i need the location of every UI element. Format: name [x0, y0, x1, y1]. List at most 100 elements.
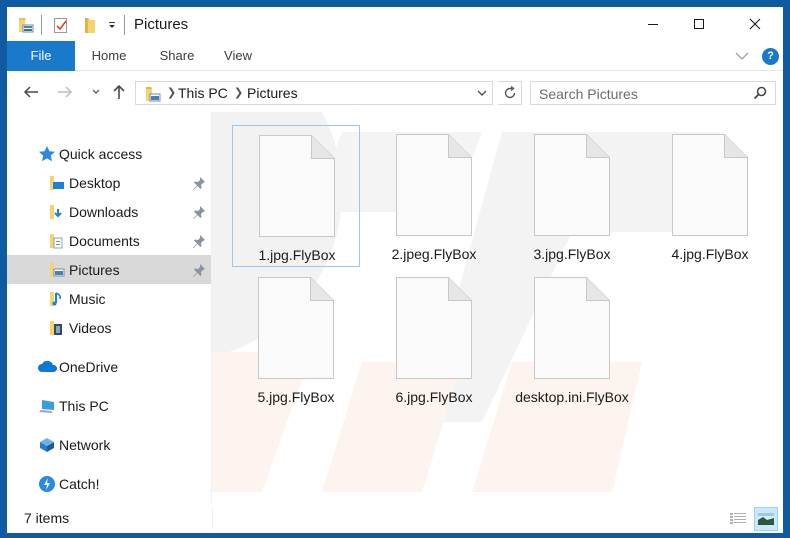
status-bar: 7 items — [7, 503, 783, 533]
pin-icon[interactable] — [192, 176, 206, 190]
chevron-down-icon — [92, 89, 100, 94]
large-icons-view-icon — [758, 513, 774, 525]
blank-file-icon — [258, 277, 334, 379]
qat-separator — [41, 15, 42, 35]
expand-ribbon-chevron-icon[interactable] — [735, 51, 749, 61]
music-folder-icon — [50, 291, 61, 306]
breadcrumb-this-pc[interactable]: This PC — [178, 85, 228, 101]
file-name: 2.jpeg.FlyBox — [391, 246, 477, 262]
maximize-button[interactable] — [676, 7, 722, 41]
sidebar-item-network[interactable]: Network — [7, 430, 211, 459]
file-name: 6.jpg.FlyBox — [395, 389, 473, 405]
minimize-button[interactable] — [630, 7, 676, 41]
properties-icon[interactable] — [17, 16, 35, 34]
sidebar-item-label: Quick access — [59, 145, 143, 162]
title-separator — [124, 15, 125, 35]
this-pc-icon — [39, 399, 54, 413]
sidebar-item-label: Pictures — [69, 261, 120, 278]
file-item[interactable]: 1.jpg.FlyBox — [232, 125, 360, 267]
file-name: desktop.ini.FlyBox — [515, 389, 629, 405]
close-button[interactable] — [732, 7, 778, 41]
refresh-button[interactable] — [498, 81, 522, 105]
search-icon[interactable] — [753, 86, 767, 100]
close-icon — [749, 18, 761, 30]
address-history-chevron-icon[interactable] — [476, 89, 488, 98]
documents-folder-icon — [50, 233, 63, 248]
file-name: 3.jpg.FlyBox — [533, 246, 611, 262]
file-item[interactable]: 4.jpg.FlyBox — [646, 125, 774, 267]
sidebar-item-onedrive[interactable]: OneDrive — [7, 352, 211, 381]
pin-icon[interactable] — [192, 263, 206, 277]
sidebar-item-downloads[interactable]: Downloads — [7, 197, 211, 226]
blank-file-icon — [534, 277, 610, 379]
back-button[interactable] — [21, 82, 41, 102]
breadcrumb-separator-icon[interactable]: ❯ — [234, 86, 243, 99]
breadcrumb-pictures[interactable]: Pictures — [247, 85, 298, 101]
forward-button[interactable] — [55, 82, 75, 102]
file-item[interactable]: desktop.ini.FlyBox — [508, 268, 636, 410]
title-bar[interactable]: Pictures — [7, 7, 783, 41]
star-icon — [39, 145, 55, 161]
search-placeholder: Search Pictures — [539, 86, 638, 102]
item-count: 7 items — [24, 510, 70, 526]
file-item[interactable]: 2.jpeg.FlyBox — [370, 125, 498, 267]
tab-share[interactable]: Share — [151, 41, 203, 71]
sidebar-item-label: Network — [59, 436, 111, 453]
blank-file-icon — [396, 277, 472, 379]
sidebar-item-videos[interactable]: Videos — [7, 313, 211, 342]
downloads-folder-icon — [50, 204, 62, 219]
sidebar-item-label: Videos — [69, 319, 112, 336]
sidebar-item-label: Desktop — [69, 174, 121, 191]
refresh-icon — [504, 86, 515, 99]
network-icon — [40, 437, 54, 452]
desktop-folder-icon — [50, 175, 64, 190]
sidebar-item-quick-access[interactable]: Quick access — [7, 139, 211, 168]
file-name: 4.jpg.FlyBox — [671, 246, 749, 262]
sidebar-item-label: Catch! — [59, 475, 100, 492]
tab-file[interactable]: File — [7, 41, 75, 71]
back-arrow-icon — [23, 86, 38, 98]
file-item[interactable]: 5.jpg.FlyBox — [232, 268, 360, 410]
navigation-bar: ❯ This PC ❯ Pictures Search Pictures — [7, 72, 783, 112]
sidebar-item-documents[interactable]: Documents — [7, 226, 211, 255]
details-view-button[interactable] — [726, 507, 750, 531]
status-separator — [212, 507, 213, 529]
large-icons-view-button[interactable] — [754, 507, 778, 531]
navigation-pane: Quick access Desktop Downloads Documents — [7, 112, 211, 503]
up-button[interactable] — [109, 82, 129, 102]
minimize-icon — [648, 24, 658, 25]
pin-icon[interactable] — [192, 234, 206, 248]
help-button[interactable]: ? — [762, 48, 779, 65]
file-name: 1.jpg.FlyBox — [258, 247, 336, 263]
onedrive-icon — [38, 360, 58, 372]
ribbon-tabs: File Home Share View ? — [7, 41, 783, 71]
sidebar-item-music[interactable]: Music — [7, 284, 211, 313]
sidebar-item-label: This PC — [59, 397, 109, 414]
breadcrumb-separator-icon[interactable]: ❯ — [167, 86, 176, 99]
sidebar-item-desktop[interactable]: Desktop — [7, 168, 211, 197]
search-input[interactable]: Search Pictures — [530, 81, 776, 105]
recent-locations-button[interactable] — [86, 82, 106, 102]
sidebar-item-label: Documents — [69, 232, 140, 249]
blank-file-icon — [534, 134, 610, 236]
file-item[interactable]: 6.jpg.FlyBox — [370, 268, 498, 410]
sidebar-item-label: OneDrive — [59, 358, 119, 375]
sidebar-item-pictures[interactable]: Pictures — [7, 255, 211, 284]
properties-check-icon[interactable] — [53, 16, 69, 34]
new-folder-icon[interactable] — [83, 16, 97, 34]
pictures-location-icon — [146, 87, 161, 102]
up-arrow-icon — [113, 84, 125, 99]
tab-home[interactable]: Home — [83, 41, 135, 71]
file-explorer-window: Pictures File Home Share View ? ❯ This P… — [7, 7, 783, 533]
customize-dropdown-icon[interactable] — [107, 16, 117, 34]
tab-view[interactable]: View — [215, 41, 261, 71]
blank-file-icon — [396, 134, 472, 236]
maximize-icon — [694, 19, 704, 29]
file-item[interactable]: 3.jpg.FlyBox — [508, 125, 636, 267]
file-list[interactable]: 1.jpg.FlyBox 2.jpeg.FlyBox 3.jpg.FlyBox 4.j… — [212, 112, 783, 503]
sidebar-item-catch[interactable]: Catch! — [7, 469, 211, 498]
pin-icon[interactable] — [192, 205, 206, 219]
sidebar-item-label: Music — [69, 290, 106, 307]
sidebar-item-this-pc[interactable]: This PC — [7, 391, 211, 420]
address-bar[interactable]: ❯ This PC ❯ Pictures — [135, 81, 493, 105]
